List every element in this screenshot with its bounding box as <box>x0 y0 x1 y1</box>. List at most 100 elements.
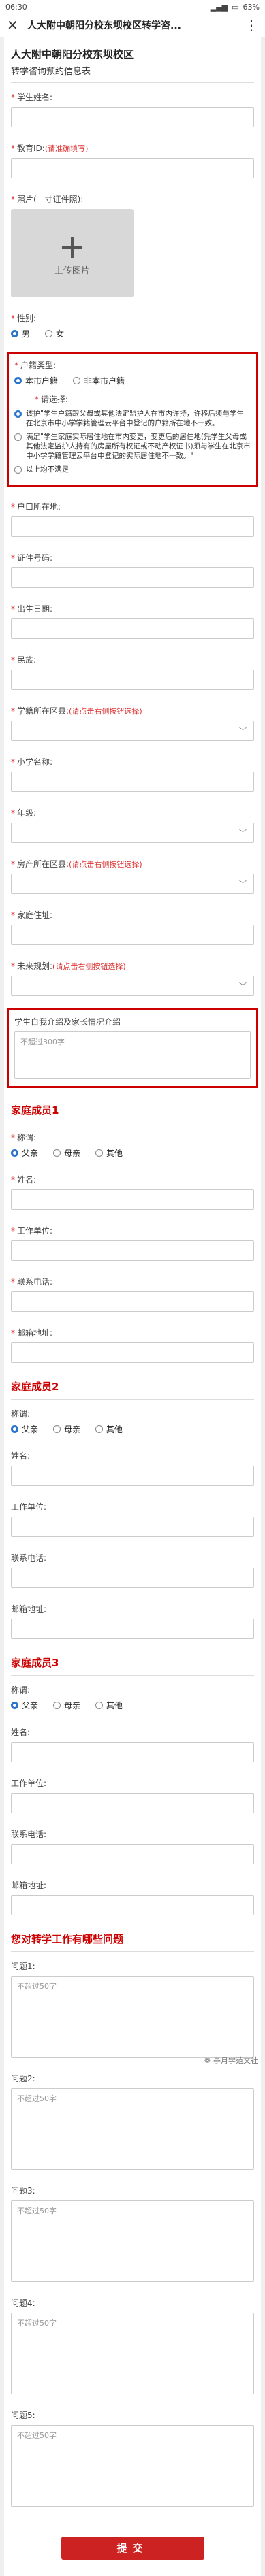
radio-icon <box>53 1425 61 1433</box>
hukou-reason-option-2[interactable]: 满足"学生家庭实际居住地在市内变更，变更后的居住地(凭学生父母或其他法定监护人持… <box>14 432 251 461</box>
family3-other-radio[interactable]: 其他 <box>95 1700 123 1711</box>
form-page: 人大附中朝阳分校东坝校区 转学咨询预约信息表 * 学生姓名: * 教育ID:(请准确… <box>4 37 261 2527</box>
chevron-down-icon: ﹀ <box>239 982 247 991</box>
grade-select[interactable]: ﹀ <box>11 823 254 843</box>
family1-name-input[interactable] <box>11 1189 254 1210</box>
photo-label: 照片(一寸证件照): <box>17 195 84 204</box>
home-address-input[interactable] <box>11 925 254 945</box>
family3-father-radio[interactable]: 父亲 <box>11 1700 38 1711</box>
field-education-id: * 教育ID:(请准确填写) <box>11 134 254 185</box>
field-gender: * 性别: 男 女 <box>11 314 65 340</box>
gender-male-radio[interactable]: 男 <box>11 328 30 340</box>
family2-name-input[interactable] <box>11 1466 254 1486</box>
family2-other-radio[interactable]: 其他 <box>95 1423 123 1435</box>
family3-phone-input[interactable] <box>11 1844 254 1864</box>
question-4-textarea[interactable]: 不超过50字 <box>11 2313 254 2394</box>
status-bar: 06:30 ▂▄▆ ▭ 63% <box>0 0 265 14</box>
chevron-down-icon: ﹀ <box>239 880 247 889</box>
education-label: 教育ID: <box>17 144 45 153</box>
future-plan-select[interactable]: ﹀ <box>11 976 254 996</box>
family3-mother-radio[interactable]: 母亲 <box>53 1700 80 1711</box>
family2-phone-input[interactable] <box>11 1568 254 1588</box>
name-label: 姓名: <box>11 1728 31 1737</box>
hukou-location-label: 户口所在地: <box>17 502 61 512</box>
relation-label: 称谓: <box>11 1685 31 1695</box>
radio-icon <box>14 433 22 441</box>
field-birth-date: * 出生日期: <box>11 595 254 646</box>
hukou-reason-option-3[interactable]: 以上均不满足 <box>14 465 251 474</box>
hukou-nonlocal-radio[interactable]: 非本市户籍 <box>73 375 125 386</box>
field-student-name: * 学生姓名: <box>11 83 254 134</box>
birth-date-input[interactable] <box>11 618 254 639</box>
home-address-label: 家庭住址: <box>17 910 53 920</box>
radio-selected-icon <box>11 1149 18 1157</box>
family3-work-input[interactable] <box>11 1793 254 1813</box>
question-1-textarea[interactable]: 不超过50字 <box>11 1976 254 2058</box>
form-subtitle: 转学咨询预约信息表 <box>11 64 254 83</box>
question-2-textarea[interactable]: 不超过50字 <box>11 2088 254 2170</box>
family2-work-input[interactable] <box>11 1517 254 1537</box>
family2-email-input[interactable] <box>11 1619 254 1639</box>
phone-label: 联系电话: <box>17 1277 53 1287</box>
hukou-reason-option-1[interactable]: 该护"学生户籍跟父母或其他法定监护人在市内许持，许移后须与学生在北京市中小学学籍… <box>14 409 251 428</box>
email-label: 邮箱地址: <box>11 1881 47 1890</box>
hukou-location-input[interactable] <box>11 516 254 537</box>
ethnicity-input[interactable] <box>11 670 254 690</box>
field-ethnicity: * 民族: <box>11 646 254 697</box>
family1-father-radio[interactable]: 父亲 <box>11 1147 38 1159</box>
work-label: 工作单位: <box>17 1226 53 1236</box>
more-icon[interactable]: ⋮ <box>243 17 258 33</box>
question-3-textarea[interactable]: 不超过50字 <box>11 2200 254 2282</box>
close-icon[interactable]: ✕ <box>7 17 22 33</box>
field-id-number: * 证件号码: <box>11 544 254 595</box>
primary-school-input[interactable] <box>11 772 254 792</box>
family3-name-input[interactable] <box>11 1742 254 1762</box>
family1-other-radio[interactable]: 其他 <box>95 1147 123 1159</box>
name-label: 姓名: <box>17 1175 37 1185</box>
please-select-label: 请选择: <box>41 395 69 404</box>
hukou-local-radio[interactable]: 本市户籍 <box>14 375 58 386</box>
student-intro-textarea[interactable]: 不超过300字 <box>14 1031 251 1079</box>
radio-selected-icon <box>14 410 22 418</box>
submit-button[interactable]: 提交 <box>61 2537 204 2560</box>
family1-work-input[interactable] <box>11 1240 254 1261</box>
education-hint: (请准确填写) <box>44 144 89 153</box>
education-input[interactable] <box>11 158 254 178</box>
family2-mother-radio[interactable]: 母亲 <box>53 1423 80 1435</box>
work-label: 工作单位: <box>11 1779 47 1788</box>
family3-email-input[interactable] <box>11 1895 254 1915</box>
question-label: 问题1: <box>11 1962 35 1971</box>
family1-email-input[interactable] <box>11 1342 254 1363</box>
family2-father-radio[interactable]: 父亲 <box>11 1423 38 1435</box>
family-member-1-title: 家庭成员1 <box>11 1093 254 1123</box>
id-number-input[interactable] <box>11 567 254 588</box>
school-district-label: 学籍所在区县: <box>17 706 69 716</box>
submit-area: 提交 <box>4 2527 261 2576</box>
field-hukou-location: * 户口所在地: <box>11 493 254 544</box>
radio-icon <box>95 1149 104 1157</box>
page-title: 人大附中朝阳分校东坝校区转学咨... <box>27 20 181 31</box>
gender-female-radio[interactable]: 女 <box>45 328 64 340</box>
radio-selected-icon <box>11 330 18 337</box>
watermark-text: 亭月学范文社 <box>213 2056 258 2065</box>
plus-icon: + <box>58 227 87 266</box>
family-member-3-title: 家庭成员3 <box>11 1646 254 1676</box>
school-district-select[interactable]: ﹀ <box>11 721 254 741</box>
property-district-select[interactable]: ﹀ <box>11 874 254 894</box>
family2-relation: 称谓: 父亲 母亲 其他 <box>11 1400 254 1442</box>
property-district-hint: (请点击右侧按钮选择) <box>69 860 142 869</box>
radio-selected-icon <box>14 377 22 384</box>
future-plan-hint: (请点击右侧按钮选择) <box>52 962 126 971</box>
radio-icon <box>53 1149 61 1157</box>
school-district-hint: (请点击右侧按钮选择) <box>69 707 142 716</box>
family1-phone-input[interactable] <box>11 1291 254 1312</box>
question-5-textarea[interactable]: 不超过50字 <box>11 2425 254 2507</box>
family1-mother-radio[interactable]: 母亲 <box>53 1147 80 1159</box>
phone-label: 联系电话: <box>11 1553 47 1563</box>
upload-photo-button[interactable]: + 上传图片 <box>11 209 134 297</box>
wechat-icon: ❁ <box>204 2055 211 2065</box>
watermark: ❁ 亭月学范文社 <box>204 2055 258 2066</box>
student-name-input[interactable] <box>11 107 254 127</box>
family3-relation: 称谓: 父亲 母亲 其他 <box>11 1676 254 1718</box>
field-home-address: * 家庭住址: <box>11 901 254 952</box>
